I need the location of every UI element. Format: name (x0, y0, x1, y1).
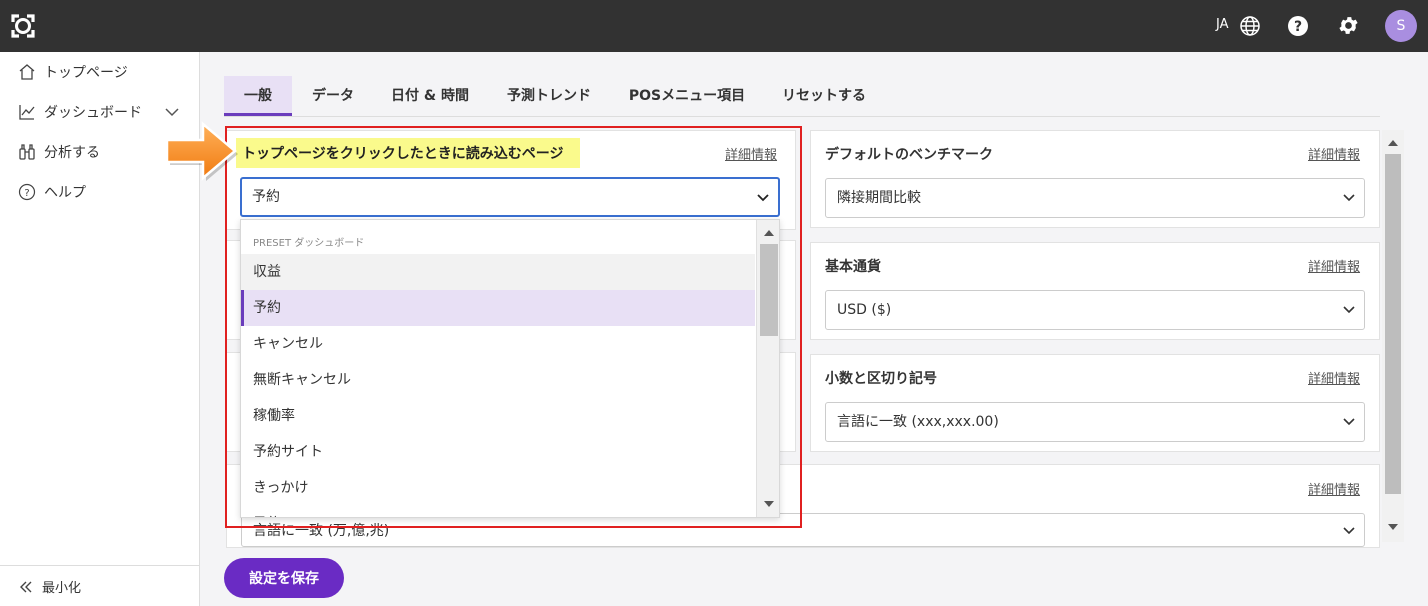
minimize-label: 最小化 (42, 581, 82, 596)
card-title: 小数と区切り記号 (825, 371, 937, 387)
gear-icon[interactable] (1337, 14, 1360, 37)
chevron-down-icon (1343, 306, 1355, 314)
sidebar-item-label: ダッシュボード (44, 105, 142, 121)
tab-pos-menu-items[interactable]: POSメニュー項目 (618, 76, 756, 116)
language-label[interactable]: JA (1216, 17, 1229, 32)
sidebar-item-help[interactable]: ? ヘルプ (18, 180, 86, 204)
decimal-separator-card: 小数と区切り記号 詳細情報 言語に一致 (xxx,xxx.00) (810, 354, 1380, 452)
tab-data[interactable]: データ (298, 76, 368, 116)
card-title: 基本通貨 (825, 259, 881, 275)
card-title: デフォルトのベンチマーク (825, 147, 993, 163)
svg-text:?: ? (24, 188, 29, 199)
tabs-divider (224, 116, 1380, 117)
more-info-link[interactable]: 詳細情報 (1308, 368, 1360, 387)
sidebar-item-label: ヘルプ (44, 185, 86, 201)
app-logo-icon[interactable] (9, 12, 37, 40)
help-circle-icon: ? (18, 183, 36, 201)
more-info-link[interactable]: 詳細情報 (1308, 479, 1360, 498)
currency-select[interactable]: USD ($) (825, 290, 1365, 330)
sidebar-item-analyze[interactable]: 分析する (18, 140, 100, 164)
sidebar-item-top-page[interactable]: トップページ (18, 60, 128, 84)
help-icon[interactable]: ? (1287, 15, 1309, 37)
tab-reset[interactable]: リセットする (768, 76, 880, 116)
annotation-arrow-icon (165, 121, 238, 181)
more-info-link[interactable]: 詳細情報 (1308, 144, 1360, 163)
tab-general[interactable]: 一般 (224, 76, 292, 116)
chevron-down-icon (1343, 527, 1355, 535)
select-value: USD ($) (837, 302, 892, 318)
sidebar-item-dashboard[interactable]: ダッシュボード (18, 100, 142, 124)
binoculars-icon (19, 144, 35, 160)
chevron-down-icon (1343, 418, 1355, 426)
tab-date-time[interactable]: 日付 & 時間 (380, 76, 480, 116)
sidebar-item-label: 分析する (44, 145, 100, 161)
select-value: 隣接期間比較 (837, 190, 921, 206)
decimal-format-select[interactable]: 言語に一致 (xxx,xxx.00) (825, 402, 1365, 442)
chart-icon (19, 105, 35, 120)
scroll-down-arrow-icon[interactable] (1388, 524, 1398, 532)
annotation-red-box (225, 126, 802, 528)
save-settings-button[interactable]: 設定を保存 (224, 558, 344, 598)
more-info-link[interactable]: 詳細情報 (1308, 256, 1360, 275)
benchmark-select[interactable]: 隣接期間比較 (825, 178, 1365, 218)
minimize-button[interactable]: 最小化 (18, 577, 81, 596)
scroll-up-arrow-icon[interactable] (1388, 138, 1398, 146)
select-value: 言語に一致 (xxx,xxx.00) (837, 414, 999, 430)
tab-forecast-trend[interactable]: 予測トレンド (494, 76, 604, 116)
svg-text:?: ? (1294, 19, 1302, 35)
double-chevron-left-icon (20, 581, 32, 592)
top-bar: JA ? S (0, 0, 1428, 52)
globe-icon[interactable] (1239, 15, 1261, 37)
home-icon (19, 64, 35, 80)
main-scrollbar[interactable] (1382, 130, 1404, 542)
chevron-down-icon (1343, 194, 1355, 202)
sidebar-item-label: トップページ (44, 65, 128, 81)
avatar[interactable]: S (1385, 10, 1417, 42)
base-currency-card: 基本通貨 詳細情報 USD ($) (810, 242, 1380, 340)
default-benchmark-card: デフォルトのベンチマーク 詳細情報 隣接期間比較 (810, 130, 1380, 228)
sidebar-divider (0, 565, 199, 566)
scrollbar-thumb[interactable] (1385, 154, 1401, 494)
